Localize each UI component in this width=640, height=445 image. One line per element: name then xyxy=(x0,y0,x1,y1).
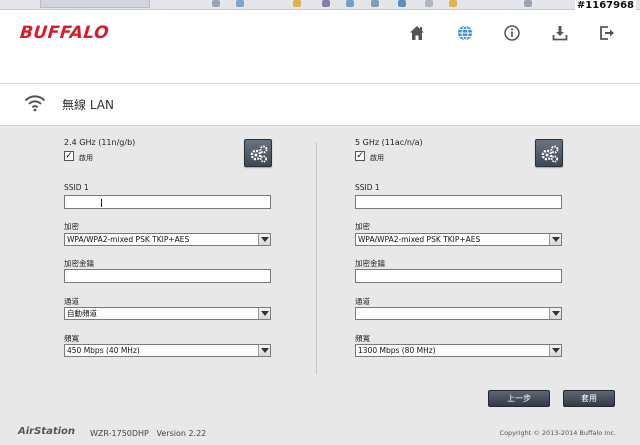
encryption-label: 加密 xyxy=(64,222,79,231)
ssid-input[interactable] xyxy=(64,195,271,209)
bandwidth-select[interactable]: 1300 Mbps (80 MHz) xyxy=(355,344,562,357)
chevron-down-icon[interactable] xyxy=(258,234,270,245)
browser-toolbar-strip xyxy=(0,0,640,10)
key-label: 加密金鑰 xyxy=(355,259,385,268)
header: BUFFALO xyxy=(0,10,640,84)
bandwidth-value: 1300 Mbps (80 MHz) xyxy=(358,346,436,355)
band-label: 5 GHz (11ac/n/a) xyxy=(355,138,423,147)
channel-label: 通道 xyxy=(64,297,79,306)
encryption-select[interactable]: WPA/WPA2-mixed PSK TKIP+AES xyxy=(64,233,271,246)
encryption-label: 加密 xyxy=(355,222,370,231)
chevron-down-icon[interactable] xyxy=(549,234,561,245)
globe-icon[interactable] xyxy=(456,24,474,42)
page-title: 無線 LAN xyxy=(62,98,114,112)
advanced-settings-button[interactable] xyxy=(244,139,272,167)
logout-icon[interactable] xyxy=(598,24,616,42)
encryption-value: WPA/WPA2-mixed PSK TKIP+AES xyxy=(358,235,481,244)
apply-button[interactable]: 套用 xyxy=(563,390,615,407)
channel-value: 自動頻道 xyxy=(67,309,97,318)
ssid-label: SSID 1 xyxy=(355,183,380,192)
encryption-value: WPA/WPA2-mixed PSK TKIP+AES xyxy=(67,235,190,244)
info-icon[interactable] xyxy=(503,24,521,42)
bandwidth-select[interactable]: 450 Mbps (40 MHz) xyxy=(64,344,271,357)
airstation-logo: AirStation xyxy=(18,426,76,437)
channel-label: 通道 xyxy=(355,297,370,306)
browser-address-bar[interactable] xyxy=(40,0,150,8)
chevron-down-icon[interactable] xyxy=(549,345,561,356)
chevron-down-icon[interactable] xyxy=(549,308,561,319)
channel-select[interactable] xyxy=(355,307,562,320)
band-label: 2.4 GHz (11n/g/b) xyxy=(64,138,136,147)
bandwidth-value: 450 Mbps (40 MHz) xyxy=(67,346,140,355)
model-version: WZR-1750DHP Version 2.22 xyxy=(90,429,207,438)
bandwidth-label: 頻寬 xyxy=(355,334,370,343)
browser-tool-icon[interactable] xyxy=(398,0,406,7)
key-label: 加密金鑰 xyxy=(64,259,94,268)
key-input[interactable] xyxy=(355,269,562,283)
key-input[interactable] xyxy=(64,269,271,283)
copyright: Copyright © 2013-2014 Buffalo Inc. xyxy=(499,429,616,437)
browser-tool-icon[interactable] xyxy=(524,0,532,7)
buffalo-logo[interactable]: BUFFALO xyxy=(19,23,110,43)
advanced-settings-button[interactable] xyxy=(535,139,563,167)
chevron-down-icon[interactable] xyxy=(258,345,270,356)
download-icon[interactable] xyxy=(551,24,569,42)
back-button[interactable]: 上一步 xyxy=(488,390,550,407)
gears-icon xyxy=(250,145,268,163)
enable-label: 啟用 xyxy=(79,154,93,162)
browser-tool-icon[interactable] xyxy=(371,0,379,7)
browser-tool-icon[interactable] xyxy=(212,0,220,7)
browser-folder-icon[interactable] xyxy=(293,0,301,7)
ssid-input[interactable] xyxy=(355,195,562,209)
enable-checkbox[interactable]: ✓ xyxy=(355,151,365,161)
wireless-settings-content: 2.4 GHz (11n/g/b) ✓ 啟用 SSID 1 加密 WPA/WPA… xyxy=(0,126,640,445)
panel-divider xyxy=(316,142,317,374)
home-icon[interactable] xyxy=(408,24,426,42)
ssid-label: SSID 1 xyxy=(64,183,89,192)
browser-tool-icon[interactable] xyxy=(322,0,330,7)
enable-label: 啟用 xyxy=(370,154,384,162)
wifi-icon xyxy=(24,94,46,112)
enable-checkbox[interactable]: ✓ xyxy=(64,151,74,161)
bandwidth-label: 頻寬 xyxy=(64,334,79,343)
browser-star-icon[interactable] xyxy=(449,0,457,7)
gears-icon xyxy=(541,145,559,163)
channel-select[interactable]: 自動頻道 xyxy=(64,307,271,320)
page-title-bar: 無線 LAN xyxy=(0,84,640,126)
text-caret xyxy=(101,199,102,207)
encryption-select[interactable]: WPA/WPA2-mixed PSK TKIP+AES xyxy=(355,233,562,246)
browser-tool-icon[interactable] xyxy=(236,0,244,7)
browser-tool-icon[interactable] xyxy=(425,0,433,7)
chevron-down-icon[interactable] xyxy=(258,308,270,319)
browser-tool-icon[interactable] xyxy=(346,0,354,7)
